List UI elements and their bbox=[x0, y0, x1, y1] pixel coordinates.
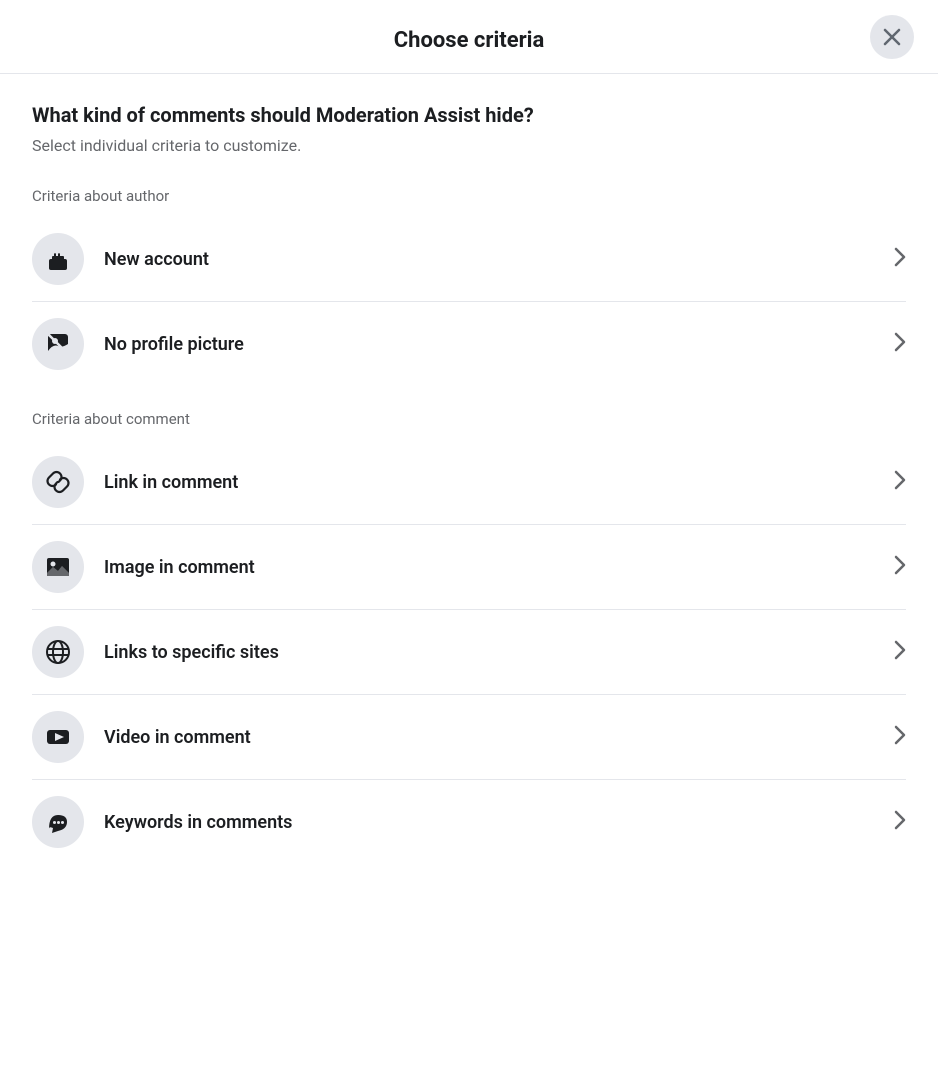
chevron-right-icon bbox=[894, 247, 906, 272]
keyword-icon-container bbox=[32, 796, 84, 848]
no-profile-picture-icon-container bbox=[32, 318, 84, 370]
link-icon bbox=[45, 469, 71, 495]
keyword-icon bbox=[45, 809, 71, 835]
link-in-comment-label: Link in comment bbox=[104, 472, 238, 493]
author-criteria-list: New account bbox=[32, 217, 906, 386]
cake-icon bbox=[45, 246, 71, 272]
chevron-right-icon bbox=[894, 470, 906, 495]
video-in-comment-label: Video in comment bbox=[104, 727, 251, 748]
criteria-item-keywords-in-comments[interactable]: Keywords in comments bbox=[32, 780, 906, 864]
modal-header: Choose criteria bbox=[0, 0, 938, 74]
no-profile-picture-label: No profile picture bbox=[104, 334, 244, 355]
keywords-in-comments-label: Keywords in comments bbox=[104, 812, 292, 833]
author-section-label: Criteria about author bbox=[32, 187, 906, 205]
subtitle: Select individual criteria to customize. bbox=[32, 136, 906, 155]
modal-content: What kind of comments should Moderation … bbox=[0, 74, 938, 920]
criteria-item-no-profile-picture[interactable]: No profile picture bbox=[32, 302, 906, 386]
criteria-item-links-to-specific-sites[interactable]: Links to specific sites bbox=[32, 610, 906, 695]
criteria-item-video-in-comment[interactable]: Video in comment bbox=[32, 695, 906, 780]
comment-section: Criteria about comment Link in comment bbox=[32, 410, 906, 864]
new-account-label: New account bbox=[104, 249, 209, 270]
comment-section-label: Criteria about comment bbox=[32, 410, 906, 428]
chevron-right-icon bbox=[894, 332, 906, 357]
chevron-right-icon bbox=[894, 640, 906, 665]
criteria-item-new-account[interactable]: New account bbox=[32, 217, 906, 302]
image-icon-container bbox=[32, 541, 84, 593]
close-button[interactable] bbox=[870, 15, 914, 59]
close-icon bbox=[883, 28, 901, 46]
image-icon bbox=[45, 554, 71, 580]
author-section: Criteria about author New accou bbox=[32, 187, 906, 386]
modal-title: Choose criteria bbox=[394, 28, 545, 53]
new-account-icon-container bbox=[32, 233, 84, 285]
no-picture-icon bbox=[45, 331, 71, 357]
link-icon-container bbox=[32, 456, 84, 508]
criteria-item-image-in-comment[interactable]: Image in comment bbox=[32, 525, 906, 610]
comment-criteria-list: Link in comment bbox=[32, 440, 906, 864]
video-icon bbox=[45, 724, 71, 750]
criteria-item-link-in-comment[interactable]: Link in comment bbox=[32, 440, 906, 525]
links-to-specific-sites-label: Links to specific sites bbox=[104, 642, 279, 663]
image-in-comment-label: Image in comment bbox=[104, 557, 255, 578]
chevron-right-icon bbox=[894, 725, 906, 750]
chevron-right-icon bbox=[894, 810, 906, 835]
globe-icon-container bbox=[32, 626, 84, 678]
video-icon-container bbox=[32, 711, 84, 763]
chevron-right-icon bbox=[894, 555, 906, 580]
globe-icon bbox=[45, 639, 71, 665]
main-question: What kind of comments should Moderation … bbox=[32, 102, 906, 128]
